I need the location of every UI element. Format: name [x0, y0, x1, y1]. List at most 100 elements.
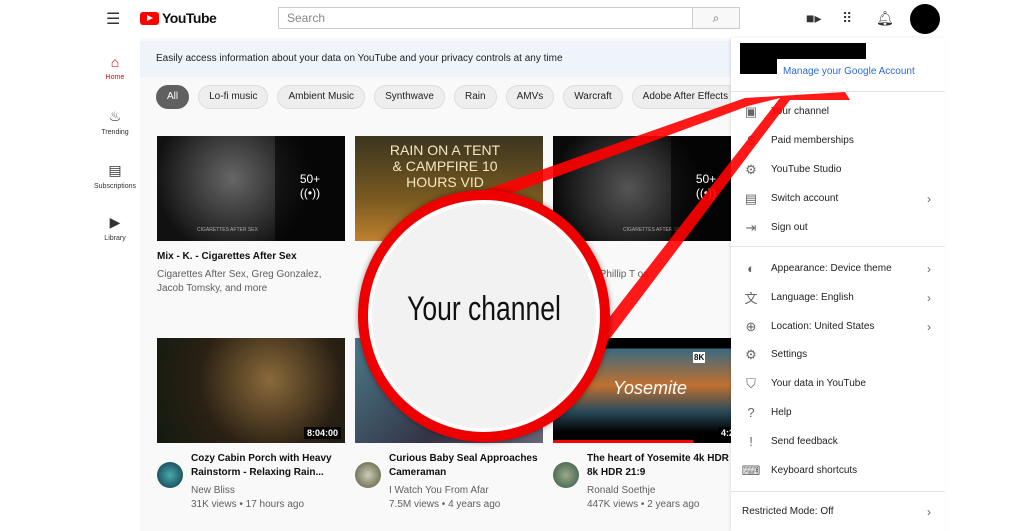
video-duration: 8:04:00	[303, 427, 341, 439]
video-meta: Jacob Tomsky, and more	[157, 283, 268, 294]
create-video-icon[interactable]: ■▸	[806, 10, 821, 27]
home-icon: ⌂	[110, 54, 120, 70]
sign-out-icon: ⇥	[745, 219, 757, 235]
search-button[interactable]: ⌕	[692, 7, 740, 29]
video-title[interactable]: Mix - K. - Cigarettes After Sex	[157, 250, 345, 264]
sidebar-item-trending[interactable]: ♨ Trending	[90, 108, 140, 136]
menu-item-label: Settings	[771, 349, 808, 360]
menu-item-your-channel[interactable]: ▣ Your channel	[731, 97, 945, 126]
video-thumbnail[interactable]: CIGARETTES AFTER SEX 50+ ((•))	[157, 136, 345, 241]
menu-item-label: Keyboard shortcuts	[771, 465, 858, 476]
channel-name[interactable]: New Bliss	[191, 484, 345, 498]
sidebar-item-label: Trending	[101, 129, 129, 136]
video-title[interactable]: The heart of Yosemite 4k HDR | 8k HDR 21…	[587, 452, 741, 480]
menu-item-label: Location: United States	[771, 321, 875, 332]
gear-icon: ⚙	[745, 346, 757, 362]
subscriptions-icon: ▤	[108, 162, 122, 178]
video-title[interactable]: Curious Baby Seal Approaches Cameraman	[389, 452, 543, 480]
avatar[interactable]	[910, 4, 940, 34]
logo-text: YouTube	[162, 10, 217, 26]
menu-item-label: Your data in YouTube	[771, 378, 866, 389]
menu-item-help[interactable]: ? Help	[731, 398, 945, 427]
header: ☰ YouTube Search ⌕ ■▸ ⠿ 🔔︎	[90, 0, 945, 38]
channel-avatar[interactable]	[157, 462, 183, 488]
resolution-badge: 8K	[693, 352, 706, 363]
chip[interactable]: Rain	[453, 85, 497, 109]
video-thumbnail[interactable]: 8:04:00	[157, 338, 345, 443]
person-icon: ▣	[744, 103, 758, 119]
search-input[interactable]: Search	[278, 7, 693, 29]
chip[interactable]: Warcraft	[563, 85, 623, 109]
menu-item-label: Restricted Mode: Off	[742, 506, 834, 517]
sidebar-item-label: Home	[105, 74, 125, 81]
menu-item-label: Language: English	[771, 292, 854, 303]
fire-icon: ♨	[108, 108, 122, 124]
chip[interactable]: Lo-fi music	[198, 85, 269, 109]
sidebar-item-subscriptions[interactable]: ▤ Subscriptions	[90, 162, 140, 190]
chip[interactable]: Adobe After Effects	[631, 85, 740, 109]
menu-item-restricted-mode[interactable]: Restricted Mode: Off ›	[731, 497, 945, 526]
menu-item-label: Sign out	[771, 222, 808, 233]
chip-bar: All Lo-fi music Ambient Music Synthwave …	[156, 85, 740, 109]
menu-item-label: Appearance: Device theme	[771, 263, 892, 274]
bell-icon[interactable]: 🔔︎	[876, 10, 894, 27]
video-stats: 31K views • 17 hours ago	[191, 499, 305, 510]
sidebar-item-label: Subscriptions	[93, 183, 137, 190]
translate-icon: 文	[744, 291, 758, 306]
appearance-icon: ◐	[747, 261, 755, 276]
thumbnail-text: RAIN ON A TENT & CAMPFIRE 10 HOURS VID	[389, 142, 501, 190]
chip[interactable]: Ambient Music	[277, 85, 366, 109]
mix-overlay: 50+ ((•))	[275, 136, 345, 241]
channel-avatar[interactable]	[553, 462, 579, 488]
gear-icon: ⚙	[745, 161, 757, 177]
video-thumbnail[interactable]: CIGARETTES AFTER SEX 50+ ((•))	[553, 136, 741, 241]
sidebar-item-home[interactable]: ⌂ Home	[90, 54, 140, 81]
thumbnail-text: Yosemite	[613, 378, 688, 398]
chip-all[interactable]: All	[156, 85, 190, 109]
menu-item-label: Send feedback	[771, 436, 838, 447]
menu-icon[interactable]: ☰	[106, 9, 120, 29]
chip[interactable]: AMVs	[505, 85, 555, 109]
divider	[731, 91, 945, 92]
thumbnail-text: CIGARETTES AFTER SEX	[197, 227, 258, 233]
chevron-right-icon: ›	[927, 191, 931, 206]
menu-item-paid-memberships[interactable]: $ Paid memberships	[731, 126, 945, 155]
youtube-logo[interactable]: YouTube	[140, 10, 217, 26]
privacy-banner[interactable]: Easily access information about your dat…	[140, 41, 731, 77]
menu-item-label: Switch account	[771, 193, 839, 204]
menu-item-sign-out[interactable]: ⇥ Sign out	[731, 213, 945, 242]
help-icon: ?	[747, 405, 755, 420]
menu-item-location[interactable]: ⊕ Location: United States ›	[731, 312, 945, 341]
divider	[731, 491, 945, 492]
chip[interactable]: Synthwave	[374, 85, 445, 109]
menu-item-appearance[interactable]: ◐ Appearance: Device theme ›	[731, 254, 945, 283]
menu-item-settings[interactable]: ⚙ Settings	[731, 340, 945, 369]
sidebar-item-library[interactable]: ▶ Library	[90, 214, 140, 242]
callout-label: Your channel	[407, 290, 561, 328]
menu-item-label: YouTube Studio	[771, 164, 842, 175]
globe-icon: ⊕	[745, 318, 757, 334]
chevron-right-icon: ›	[927, 261, 931, 276]
sidebar: ⌂ Home ♨ Trending ▤ Subscriptions ▶ Library	[90, 38, 140, 531]
video-title[interactable]: Cozy Cabin Porch with Heavy Rainstorm - …	[191, 452, 345, 480]
menu-item-language[interactable]: 文 Language: English ›	[731, 283, 945, 312]
channel-name[interactable]: I Watch You From Afar	[389, 484, 543, 498]
menu-item-label: Paid memberships	[771, 135, 854, 146]
channel-name[interactable]: Ronald Soethje	[587, 484, 741, 498]
menu-item-switch-account[interactable]: ▤ Switch account ›	[731, 184, 945, 213]
menu-item-your-data[interactable]: ⛉ Your data in YouTube	[731, 369, 945, 398]
channel-avatar[interactable]	[355, 462, 381, 488]
chevron-right-icon: ›	[927, 290, 931, 305]
video-card[interactable]: CIGARETTES AFTER SEX 50+ ((•)) Mix - K. -…	[157, 136, 345, 296]
divider	[731, 246, 945, 247]
shield-icon: ⛉	[746, 375, 756, 391]
library-icon: ▶	[109, 214, 121, 230]
sidebar-item-label: Library	[104, 235, 126, 242]
video-card[interactable]: 8:04:00 Cozy Cabin Porch with Heavy Rain…	[157, 338, 345, 512]
menu-item-youtube-studio[interactable]: ⚙ YouTube Studio	[731, 155, 945, 184]
menu-item-keyboard-shortcuts[interactable]: ⌨ Keyboard shortcuts	[731, 456, 945, 485]
manage-account-link[interactable]: Manage your Google Account	[783, 66, 915, 77]
menu-item-send-feedback[interactable]: ! Send feedback	[731, 427, 945, 456]
video-meta: Cigarettes After Sex, Greg Gonzalez,	[157, 269, 322, 280]
apps-icon[interactable]: ⠿	[842, 10, 852, 27]
